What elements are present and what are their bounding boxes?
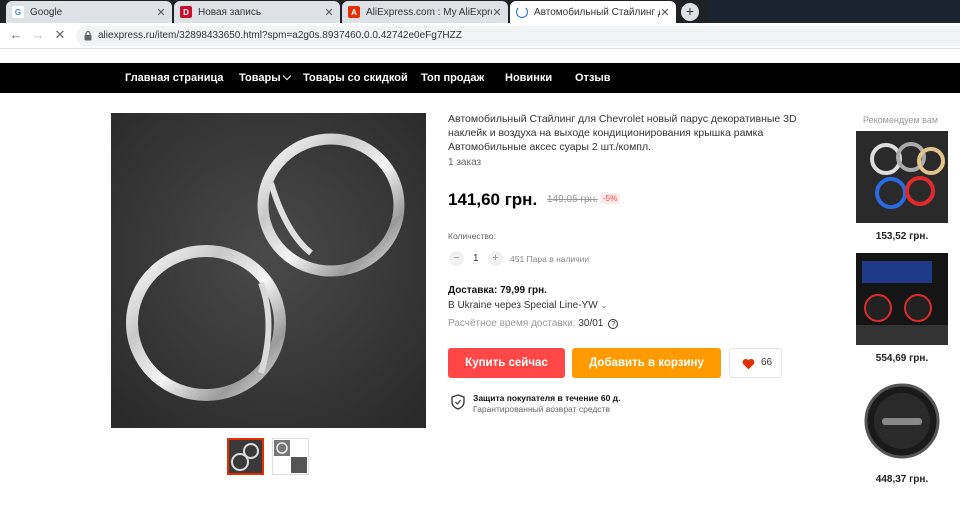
nav-item-feedback[interactable]: Отзыв: [575, 63, 611, 93]
stop-icon[interactable]: ✕: [52, 27, 68, 43]
shield-icon: [451, 394, 465, 410]
close-icon[interactable]: ✕: [660, 6, 670, 19]
tab-title: Новая запись: [198, 6, 262, 18]
colored-rings-photo: [856, 131, 948, 223]
recommend-title: Рекомендуем вам: [863, 115, 939, 125]
heart-icon: [742, 358, 755, 370]
chevron-down-icon: [282, 71, 291, 81]
browser-tab-drive2[interactable]: D Новая запись ✕: [174, 1, 340, 23]
recommend-item-1-price[interactable]: 153,52 грн.: [856, 231, 948, 242]
close-icon[interactable]: ✕: [324, 6, 334, 19]
thumbnail-1[interactable]: [227, 438, 264, 475]
thumbnail-image: [229, 440, 262, 473]
buy-now-button[interactable]: Купить сейчас: [448, 348, 565, 378]
delivery-estimate: Расчётное время доставки: 30/01 ?: [448, 318, 619, 329]
delivery-date: 30/01: [578, 318, 604, 329]
nav-item-label: Товары: [239, 72, 281, 84]
quantity-label: Количество:: [448, 231, 497, 241]
window-background: [708, 0, 960, 23]
close-icon[interactable]: ✕: [492, 6, 502, 19]
thumbnail-image: [273, 439, 308, 474]
orders-count: 1 заказ: [448, 157, 482, 168]
nav-item-new[interactable]: Новинки: [505, 63, 552, 93]
forward-icon[interactable]: →: [30, 27, 46, 43]
close-icon[interactable]: ✕: [156, 6, 166, 19]
shipping-method-select[interactable]: В Ukraine через Special Line-YW ⌄: [448, 300, 607, 311]
loading-icon: [516, 6, 528, 18]
nav-item-home[interactable]: Главная страница: [125, 63, 224, 93]
url-text: aliexpress.ru/item/32898433650.html?spm=…: [98, 30, 462, 41]
new-tab-button[interactable]: +: [681, 3, 699, 21]
tab-title: AliExpress.com : My AliExpress: [366, 6, 492, 18]
original-price: 149,05 грн.: [547, 194, 598, 205]
page-top-spacer: [0, 50, 960, 63]
product-title: Автомобильный Стайлинг для Chevrolet нов…: [448, 113, 797, 153]
shipping-cost: Доставка: 79,99 грн.: [448, 285, 547, 296]
wishlist-count: 66: [761, 357, 773, 368]
browser-tab-aliexpress[interactable]: A AliExpress.com : My AliExpress ✕: [342, 1, 508, 23]
recommend-item-3-price[interactable]: 448,37 грн.: [856, 474, 948, 485]
tab-title: Автомобильный Стайлинг для Ch: [534, 6, 660, 18]
aliexpress-icon: A: [348, 6, 360, 18]
nav-item-discounts[interactable]: Товары со скидкой: [303, 63, 408, 93]
recommend-item-1-image[interactable]: [856, 131, 948, 223]
site-nav: Главная страница Товары Товары со скидко…: [0, 63, 960, 93]
browser-tab-google[interactable]: G Google ✕: [6, 1, 172, 23]
google-icon: G: [12, 6, 24, 18]
tab-title: Google: [30, 6, 63, 18]
recommend-item-2-price[interactable]: 554,69 грн.: [856, 353, 948, 364]
nav-item-top-sales[interactable]: Топ продаж: [421, 63, 484, 93]
lock-icon: [84, 31, 92, 41]
help-icon[interactable]: ?: [608, 319, 619, 329]
browser-tab-strip: G Google ✕ D Новая запись ✕ A AliExpress…: [0, 0, 960, 23]
chrome-rings-photo: [111, 113, 426, 428]
url-field[interactable]: aliexpress.ru/item/32898433650.html?spm=…: [76, 26, 960, 46]
back-icon[interactable]: ←: [8, 27, 24, 43]
drive2-icon: D: [180, 6, 192, 18]
thumbnail-2[interactable]: [272, 438, 309, 475]
recommend-item-2-image[interactable]: [856, 253, 948, 345]
shipping-route-text: В Ukraine через Special Line-YW: [448, 300, 598, 311]
add-to-cart-button[interactable]: Добавить в корзину: [572, 348, 721, 378]
nav-item-products[interactable]: Товары: [239, 63, 291, 93]
quantity-value[interactable]: 1: [473, 253, 479, 264]
stock-available: 451 Пара в наличии: [510, 254, 590, 264]
quantity-decrease-button[interactable]: −: [449, 251, 464, 266]
address-bar-row: ← → ✕ aliexpress.ru/item/32898433650.htm…: [0, 23, 960, 49]
chevron-down-icon: ⌄: [600, 301, 608, 310]
buyer-protection-subtitle: Гарантированный возврат средств: [473, 404, 610, 414]
recommend-item-3-image[interactable]: [856, 375, 948, 467]
discount-badge: -5%: [600, 193, 621, 204]
wishlist-button[interactable]: 66: [729, 348, 782, 378]
buyer-protection-title: Защита покупателя в течение 60 д.: [473, 393, 621, 403]
quantity-increase-button[interactable]: +: [488, 251, 503, 266]
delivery-label: Расчётное время доставки:: [448, 318, 576, 329]
product-main-image[interactable]: [111, 113, 426, 428]
car-vent-photo: [856, 253, 948, 345]
round-vent-photo: [856, 375, 948, 467]
browser-tab-product[interactable]: Автомобильный Стайлинг для Ch ✕: [510, 1, 676, 23]
product-price: 141,60 грн.: [448, 190, 538, 209]
